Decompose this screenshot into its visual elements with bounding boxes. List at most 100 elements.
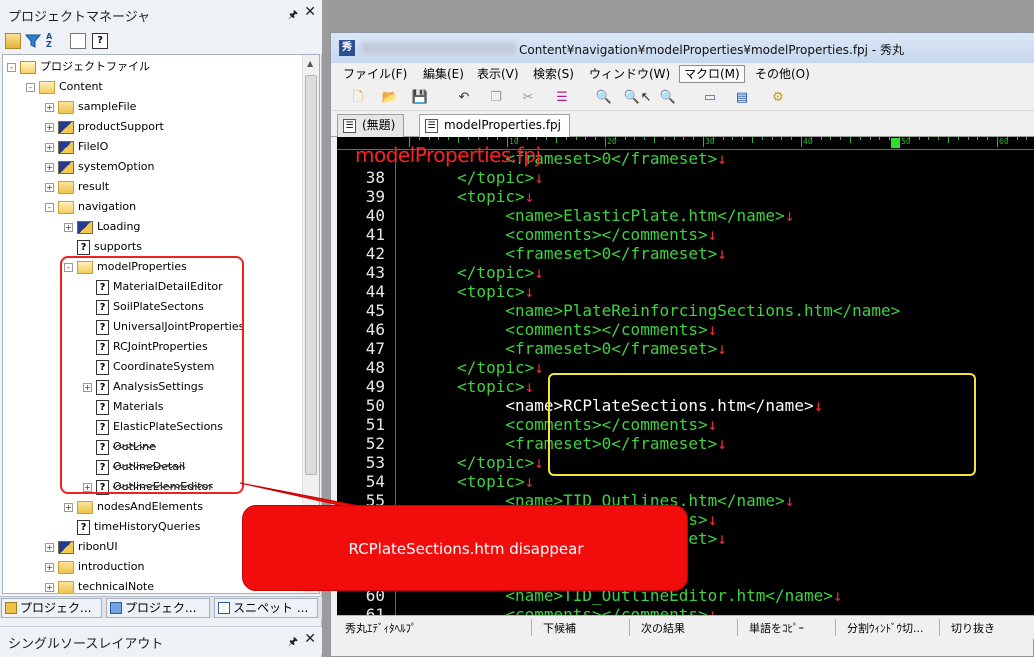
menu-item[interactable]: 表示(V) [473, 65, 523, 83]
tree-item[interactable]: + introduction [45, 557, 144, 577]
status-button[interactable]: 分割ｳｨﾝﾄﾞｳ切... [847, 620, 924, 636]
document-icon[interactable] [70, 33, 86, 49]
status-separator [939, 619, 940, 636]
close-icon[interactable]: ✕ [304, 631, 316, 647]
ruler-tick [467, 137, 469, 140]
tab-modelproperties[interactable]: ☰ modelProperties.fpj [419, 114, 570, 138]
ruler-tick [693, 137, 695, 140]
single-source-layout-caption: シングルソースレイアウト 🖈 ✕ [0, 626, 322, 654]
tab-label: modelProperties.fpj [444, 118, 561, 132]
tab-project-2[interactable]: プロジェク... [106, 598, 210, 618]
close-icon[interactable]: ✕ [304, 4, 316, 20]
tree-item[interactable]: ? supports [64, 237, 142, 257]
pin-icon[interactable]: 🖈 [288, 633, 298, 652]
tree-item[interactable]: - Content [26, 77, 103, 97]
pin-icon[interactable]: 🖈 [288, 6, 298, 25]
grep-icon[interactable]: ▭ [701, 89, 719, 107]
folder-icon [58, 180, 74, 194]
tree-item[interactable]: + sampleFile [45, 97, 136, 117]
eol-marker: ↓ [534, 263, 544, 282]
paste-icon[interactable]: ☰ [553, 89, 571, 107]
expand-icon[interactable]: + [45, 122, 54, 132]
macro-icon[interactable]: ⚙ [769, 89, 787, 107]
menu-item[interactable]: 編集(E) [419, 65, 468, 83]
folder-icon [58, 160, 74, 174]
tree-item-label: FileIO [78, 140, 109, 153]
tab-project-1[interactable]: プロジェク... [1, 598, 102, 618]
editor-titlebar: 秀 Content¥navigation¥modelProperties¥mod… [331, 33, 1034, 63]
menu-item[interactable]: 検索(S) [529, 65, 578, 83]
menu-item[interactable]: その他(O) [751, 65, 814, 83]
ruler-tick [771, 137, 773, 140]
editor-toolbar: 🗋 📂 💾 ↶ ❐ ✂ ☰ 🔍 🔍 ↖ 🔍 ▭ ▤ ⚙ [331, 85, 1034, 111]
new-file-icon[interactable]: 🗋 [349, 89, 367, 107]
tree-item[interactable]: + ribonUI [45, 537, 118, 557]
tree-item[interactable]: + FileIO [45, 137, 108, 157]
expand-icon[interactable]: + [45, 102, 54, 112]
menu-item[interactable]: マクロ(M) [679, 65, 745, 83]
tab-untitled[interactable]: ☰ (無題) [337, 114, 405, 137]
tree-item[interactable]: + Loading [64, 217, 140, 237]
collapse-icon[interactable]: - [45, 202, 54, 212]
sort-az-icon[interactable]: AZ [46, 33, 62, 49]
ruler-tick [997, 137, 998, 147]
search-icon[interactable]: 🔍 [595, 89, 613, 107]
code-text: <frameset>0</frameset>↓ [409, 244, 727, 263]
save-icon[interactable]: 💾 [411, 89, 429, 107]
folder-open-icon[interactable] [5, 33, 21, 49]
expand-icon[interactable]: + [45, 542, 54, 552]
ruler-tick [546, 137, 548, 140]
tree-item[interactable]: ? timeHistoryQueries [64, 517, 200, 537]
tree-item[interactable]: + systemOption [45, 157, 154, 177]
ruler-tick [938, 137, 940, 140]
tree-item[interactable]: + technicalNote [45, 577, 154, 593]
tab-snippet[interactable]: スニペット ... [214, 598, 318, 618]
expand-icon[interactable]: + [45, 562, 54, 572]
scrollbar-thumb[interactable] [305, 75, 317, 475]
line-number: 54 [365, 472, 385, 491]
tree-item[interactable]: + nodesAndElements [64, 497, 203, 517]
ruler-tick [556, 137, 557, 143]
status-button[interactable]: 切り抜き [951, 620, 995, 636]
tree-item[interactable]: - navigation [45, 197, 136, 217]
ruler-tick [948, 137, 949, 143]
expand-icon[interactable]: + [64, 222, 73, 232]
status-button[interactable]: 次の結果 [641, 620, 685, 636]
help-icon[interactable]: ? [92, 33, 108, 49]
collapse-icon[interactable]: - [26, 82, 35, 92]
code-content: </topic> [409, 453, 535, 472]
open-folder-icon[interactable]: 📂 [381, 89, 399, 107]
menu-item[interactable]: ファイル(F) [339, 65, 411, 83]
expand-icon[interactable]: + [45, 182, 54, 192]
split-window-icon[interactable]: ▤ [733, 89, 751, 107]
expand-icon[interactable]: + [64, 502, 73, 512]
tab-label: プロジェク... [20, 601, 92, 615]
folder-icon [77, 500, 93, 514]
tree-item[interactable]: + productSupport [45, 117, 164, 137]
expand-icon[interactable]: + [45, 582, 54, 592]
status-button[interactable]: 秀丸ｴﾃﾞｨﾀﾍﾙﾌﾟ [345, 620, 417, 636]
status-button[interactable]: 下候補 [543, 620, 576, 636]
status-button[interactable]: 単語をｺﾋﾟｰ [749, 620, 804, 636]
line-number: 42 [365, 244, 385, 263]
expand-icon[interactable]: + [45, 162, 54, 172]
undo-icon[interactable]: ↶ [455, 89, 473, 107]
ruler-tick [585, 137, 587, 140]
copy-icon[interactable]: ❐ [487, 89, 505, 107]
cut-icon[interactable]: ✂ [519, 89, 537, 107]
expand-icon[interactable]: + [45, 142, 54, 152]
code-content: <comments></comments> [409, 605, 708, 615]
tree-item[interactable]: + result [45, 177, 109, 197]
collapse-icon[interactable]: - [7, 62, 16, 72]
tree-item-label: result [78, 180, 110, 193]
eol-marker: ↓ [717, 149, 727, 168]
blurred-path [361, 42, 516, 54]
menu-item[interactable]: ウィンドウ(W) [585, 65, 674, 83]
code-line: 39 <topic>↓ [337, 187, 1034, 206]
ruler-tick [663, 137, 665, 140]
filter-icon[interactable] [24, 33, 42, 49]
search-next-icon[interactable]: 🔍 [659, 89, 677, 107]
scroll-up-icon[interactable]: ▲ [307, 59, 313, 68]
tree-item[interactable]: - プロジェクトファイル [7, 57, 150, 77]
editor-title: Content¥navigation¥modelProperties¥model… [519, 43, 904, 57]
